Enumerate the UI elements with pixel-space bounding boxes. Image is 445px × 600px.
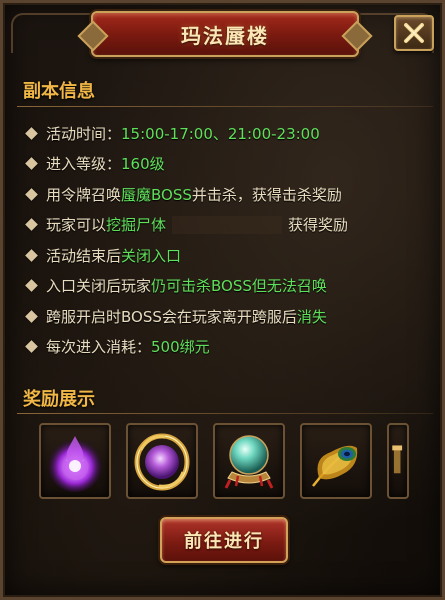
title-banner: 玛法蜃楼 [91,11,359,57]
info-value: 仍可击杀BOSS但无法召唤 [151,277,327,296]
info-suffix: 并击杀，获得击杀奖励 [191,185,342,204]
info-label: 跨服开启时BOSS会在玩家离开跨服后 [46,307,297,326]
info-row-summon: 用令牌召唤 蜃魔BOSS 并击杀，获得击杀奖励 [23,179,433,210]
diamond-bullet-icon [25,157,38,171]
info-row-level: 进入等级： 160级 [23,149,433,180]
diamond-bullet-icon [25,248,38,262]
info-value: 15:00-17:00、21:00-23:00 [121,124,320,143]
info-row-cross-server: 跨服开启时BOSS会在玩家离开跨服后 消失 [23,301,433,332]
reward-slot[interactable] [213,423,285,499]
info-row-cost: 每次进入消耗： 500绑元 [23,332,433,363]
purple-flame-orb-icon [47,436,103,492]
info-row-dig: 玩家可以 挖掘尸体 获得奖励 [23,210,433,241]
info-label: 每次进入消耗： [46,338,152,357]
reward-section-title: 奖励展示 [23,389,95,410]
info-list: 活动时间： 15:00-17:00、21:00-23:00 进入等级： 160级… [23,118,433,362]
reward-slot[interactable] [387,423,409,499]
gold-ring-purple-gem-icon [134,433,190,491]
dungeon-panel: 玛法蜃楼 副本信息 活动时间： 15:00-17:00、21:00-23:00 … [0,0,445,600]
section-divider [17,413,433,414]
close-icon [404,23,424,43]
info-label: 进入等级： [46,155,122,174]
info-suffix: 获得奖励 [288,216,349,235]
info-value: 关闭入口 [121,246,182,265]
diamond-bullet-icon [25,340,38,354]
peacock-feather-icon [312,445,358,487]
info-label: 玩家可以 [46,216,107,235]
info-value: 消失 [296,307,327,326]
diamond-bullet-icon [25,126,38,140]
section-divider [17,106,433,107]
diamond-bullet-icon [25,309,38,323]
diamond-bullet-icon [25,279,38,293]
info-value: 500绑元 [151,338,210,357]
diamond-bullet-icon [25,218,38,232]
reward-slot[interactable] [300,423,372,499]
info-row-time: 活动时间： 15:00-17:00、21:00-23:00 [23,118,433,149]
info-label: 活动结束后 [46,246,122,265]
info-section-title: 副本信息 [23,81,95,102]
info-label: 活动时间： [46,124,122,143]
reward-list [39,423,409,499]
info-row-closed: 入口关闭后玩家 仍可击杀BOSS但无法召唤 [23,271,433,302]
close-button[interactable] [394,15,434,51]
partial-item-icon [392,445,403,474]
diamond-bullet-icon [25,187,38,201]
reward-slot[interactable] [39,423,111,499]
panel-title: 玛法蜃楼 [181,23,269,48]
info-value: 蜃魔BOSS [121,185,192,204]
go-button[interactable]: 前往进行 [160,517,288,563]
info-label: 入口关闭后玩家 [46,277,152,296]
info-row-end: 活动结束后 关闭入口 [23,240,433,271]
text-gap [172,215,283,234]
info-value: 160级 [121,155,165,174]
info-label: 用令牌召唤 [46,185,122,204]
crystal-ball-icon [224,435,274,489]
reward-slot[interactable] [126,423,198,499]
info-value: 挖掘尸体 [106,216,167,235]
